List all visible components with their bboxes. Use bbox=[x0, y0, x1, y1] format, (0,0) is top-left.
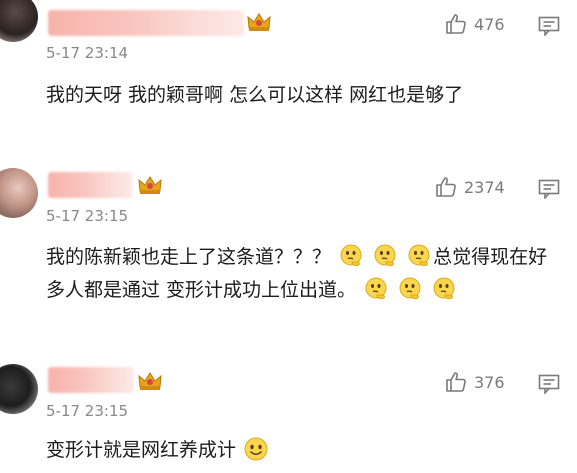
smiling-face-icon bbox=[244, 437, 268, 461]
avatar[interactable] bbox=[0, 168, 38, 218]
like-count: 376 bbox=[474, 372, 505, 392]
crown-icon bbox=[138, 176, 162, 194]
reply-comment-icon[interactable] bbox=[538, 179, 560, 199]
comment-2: 5-17 23:15 2374 我的陈新颖也走上了这条道？？？ 总觉得现在好多人… bbox=[0, 150, 577, 346]
comment-1: 5-17 23:14 476 我的天呀 我的颖哥啊 怎么可以这样 网红也是够了 bbox=[0, 0, 577, 150]
avatar[interactable] bbox=[0, 364, 38, 414]
thumbs-up-icon bbox=[446, 372, 466, 392]
thinking-face-icon bbox=[408, 244, 430, 267]
crown-icon bbox=[247, 13, 271, 31]
like-button[interactable]: 376 bbox=[444, 370, 505, 394]
like-button[interactable]: 2374 bbox=[434, 175, 505, 199]
thumbs-up-icon bbox=[446, 14, 466, 34]
comment-time: 5-17 23:15 bbox=[46, 207, 129, 225]
comment-3: 5-17 23:15 376 变形计就是网红养成计 bbox=[0, 346, 577, 473]
comment-text: 我的天呀 我的颖哥啊 怎么可以这样 网红也是够了 bbox=[46, 84, 464, 106]
comment-text: 变形计就是网红养成计 bbox=[46, 434, 561, 467]
thumbs-up-icon bbox=[436, 177, 456, 197]
reply-comment-icon[interactable] bbox=[538, 16, 560, 36]
like-button[interactable]: 476 bbox=[444, 12, 505, 36]
comment-text: 我的陈新颖也走上了这条道？？？ 总觉得现在好多人都是通过 变形计成功上位出道。 bbox=[46, 241, 561, 307]
comment-text-part: 我的陈新颖也走上了这条道？？？ bbox=[46, 246, 332, 268]
like-count: 2374 bbox=[464, 177, 505, 197]
username-blurred[interactable] bbox=[48, 10, 244, 36]
thinking-face-icon bbox=[340, 244, 362, 267]
avatar[interactable] bbox=[0, 0, 38, 42]
reply-comment-icon[interactable] bbox=[538, 374, 560, 394]
comment-time: 5-17 23:14 bbox=[46, 44, 129, 62]
crown-icon bbox=[138, 372, 162, 390]
thinking-face-icon bbox=[399, 277, 421, 300]
thinking-face-icon bbox=[374, 244, 396, 267]
thinking-face-icon bbox=[365, 277, 387, 300]
username-blurred[interactable] bbox=[48, 172, 132, 198]
like-count: 476 bbox=[474, 14, 505, 34]
thinking-face-icon bbox=[433, 277, 455, 300]
comment-text-part: 变形计就是网红养成计 bbox=[46, 439, 237, 461]
comment-time: 5-17 23:15 bbox=[46, 402, 129, 420]
username-blurred[interactable] bbox=[48, 367, 134, 393]
